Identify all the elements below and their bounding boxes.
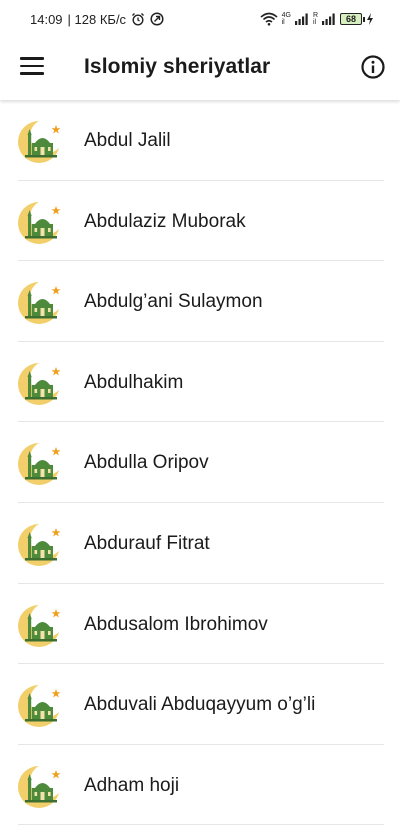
status-bar: 14:09 | 128 КБ/с 4G il R il 68: [0, 0, 400, 38]
page-title: Islomiy sheriyatlar: [84, 55, 271, 78]
signal-2-label-bottom: il: [312, 19, 317, 26]
alarm-icon: [131, 12, 145, 26]
status-left: 14:09 | 128 КБ/с: [30, 12, 164, 27]
cell-signal-1-icon: [294, 13, 309, 25]
status-network-speed: | 128 КБ/с: [67, 11, 127, 27]
signal-1-label-bottom: il: [281, 19, 285, 26]
list-item-label: Abdurauf Fitrat: [84, 532, 210, 554]
list-item-label: Abdusalom Ibrohimov: [84, 613, 268, 635]
mosque-crescent-icon: [18, 119, 64, 163]
list-item[interactable]: Abdurauf Fitrat: [0, 503, 400, 584]
list-item[interactable]: Abdulhakim: [0, 342, 400, 423]
status-right: 4G il R il 68: [260, 12, 374, 26]
list-item-label: Abdul Jalil: [84, 130, 171, 151]
list-item-label: Adham hoji: [84, 774, 180, 796]
list-item-label: Abduvali Abduqayyum o’g’li: [84, 694, 316, 716]
mosque-crescent-icon: [18, 763, 64, 808]
info-icon: [361, 55, 385, 79]
info-button[interactable]: [360, 54, 386, 80]
list-item[interactable]: Abdul Jalil: [0, 100, 400, 181]
list-item[interactable]: Abdusalom Ibrohimov: [0, 584, 400, 665]
list-item-label: Abdulg’ani Sulaymon: [84, 291, 263, 313]
mosque-crescent-icon: [18, 280, 64, 325]
list-item[interactable]: Abduvali Abduqayyum o’g’li: [0, 664, 400, 745]
status-time: 14:09: [30, 11, 63, 27]
battery-level: 68: [345, 14, 356, 24]
wifi-icon: [260, 12, 278, 26]
mosque-crescent-icon: [18, 602, 64, 647]
signal-2-label-top: R: [312, 12, 318, 19]
menu-icon-bar: [20, 64, 44, 67]
mosque-crescent-icon: [18, 360, 64, 405]
mosque-crescent-icon: [18, 683, 64, 728]
app-notification-icon: [150, 12, 164, 26]
signal-2-label: R il: [313, 12, 318, 26]
list-item[interactable]: Abdulla Oripov: [0, 422, 400, 503]
menu-icon-bar: [20, 57, 44, 60]
signal-1-label: 4G il: [282, 12, 291, 26]
cell-signal-2-icon: [322, 13, 336, 25]
poet-list: Abdul Jalil Abdulaziz Muborak Abdulg’ani…: [0, 100, 400, 825]
mosque-crescent-icon: [18, 441, 64, 486]
list-item-label: Abdulaziz Muborak: [84, 210, 246, 232]
battery-icon: 68: [340, 13, 365, 25]
signal-1-label-top: 4G: [281, 12, 291, 19]
mosque-crescent-icon: [18, 521, 64, 566]
charging-icon: [366, 13, 374, 25]
list-item-label: Abdulla Oripov: [84, 452, 209, 474]
list-item[interactable]: Abdulg’ani Sulaymon: [0, 261, 400, 342]
app-bar: Islomiy sheriyatlar: [0, 38, 400, 100]
menu-button[interactable]: [20, 57, 44, 77]
menu-icon-bar: [20, 72, 44, 75]
list-item-label: Abdulhakim: [84, 371, 184, 393]
mosque-crescent-icon: [18, 199, 64, 244]
list-item[interactable]: Abdulaziz Muborak: [0, 181, 400, 262]
list-item[interactable]: Adham hoji: [0, 745, 400, 825]
